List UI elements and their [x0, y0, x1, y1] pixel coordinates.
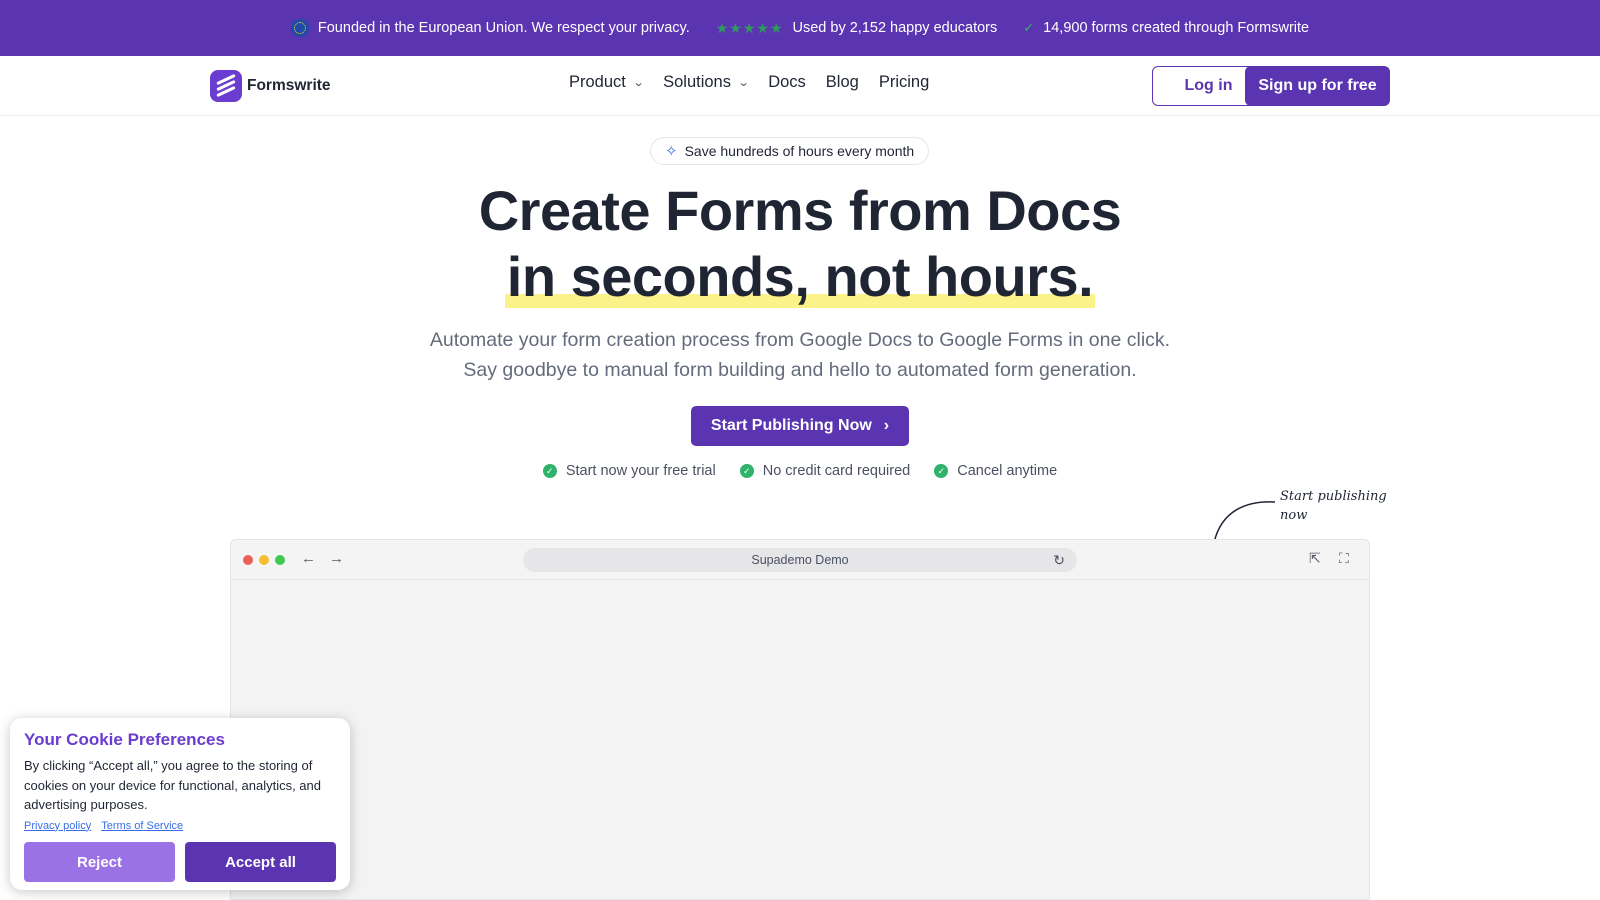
accept-all-cookies-button[interactable]: Accept all: [185, 842, 336, 882]
reject-cookies-button[interactable]: Reject: [24, 842, 175, 882]
demo-browser-frame: ← → Supademo Demo ↻ ⇱ ⛶: [230, 539, 1370, 900]
eu-flag-icon: [290, 19, 309, 37]
nav-item-product[interactable]: Product ⌄: [569, 73, 645, 92]
window-close-dot[interactable]: [243, 555, 253, 565]
main-nav: Formswrite Product ⌄ Solutions ⌄ Docs Bl…: [0, 56, 1600, 116]
reload-icon[interactable]: ↻: [1053, 552, 1065, 569]
terms-of-service-link[interactable]: Terms of Service: [101, 820, 183, 832]
hero-title-line1: Create Forms from Docs: [478, 179, 1122, 242]
forms-created-text: 14,900 forms created through Formswrite: [1043, 20, 1310, 36]
nav-item-docs[interactable]: Docs: [768, 73, 806, 92]
check-circle-icon: ✓: [934, 464, 949, 478]
fullscreen-icon[interactable]: ⛶: [1339, 550, 1349, 567]
eu-notice-text: Founded in the European Union. We respec…: [317, 20, 690, 36]
open-external-icon[interactable]: ⇱: [1309, 550, 1321, 567]
start-publishing-button[interactable]: Start Publishing Now ›: [691, 406, 909, 446]
nav-item-product-label: Product: [569, 73, 626, 91]
cookie-links: Privacy policy Terms of Service: [24, 820, 336, 832]
demo-url-bar[interactable]: Supademo Demo ↻: [523, 548, 1077, 572]
chevron-down-icon: ⌄: [737, 77, 750, 89]
annotation-line2: now: [1280, 508, 1308, 523]
privacy-policy-link[interactable]: Privacy policy: [24, 820, 91, 832]
demo-content-area[interactable]: [231, 580, 1369, 899]
announcement-bar: Founded in the European Union. We respec…: [0, 0, 1600, 56]
hero-subtitle-line1: Automate your form creation process from…: [429, 329, 1171, 351]
handwritten-annotation: Start publishing now: [1280, 487, 1390, 525]
window-minimize-dot[interactable]: [259, 555, 269, 565]
start-publishing-label: Start Publishing Now: [710, 417, 872, 434]
signup-button[interactable]: Sign up for free: [1245, 66, 1390, 106]
nav-links: Product ⌄ Solutions ⌄ Docs Blog Pricing: [569, 73, 929, 92]
hero-badge-text: Save hundreds of hours every month: [684, 143, 915, 159]
nav-item-solutions[interactable]: Solutions ⌄: [663, 73, 750, 92]
cookie-title: Your Cookie Preferences: [24, 730, 225, 749]
perk-label: Cancel anytime: [957, 463, 1058, 479]
cookie-body: By clicking “Accept all,” you agree to t…: [24, 758, 322, 812]
chevron-down-icon: ⌄: [632, 77, 645, 89]
cookie-buttons: Reject Accept all: [24, 842, 336, 882]
cookie-preferences-dialog: Your Cookie Preferences By clicking “Acc…: [10, 718, 350, 890]
chevron-right-icon: ›: [883, 417, 890, 434]
brand-name: Formswrite: [247, 77, 331, 94]
hero-perks: ✓ Start now your free trial ✓ No credit …: [0, 463, 1600, 479]
perk-item: ✓ Start now your free trial: [542, 463, 716, 479]
hero-title-highlight: in seconds, not hours.: [504, 245, 1096, 308]
hero-badge: ✧ Save hundreds of hours every month: [650, 137, 930, 165]
sparkle-icon: ✧: [665, 143, 678, 160]
forward-arrow-icon[interactable]: →: [329, 550, 344, 567]
educators-notice: ★★★★★ Used by 2,152 happy educators: [716, 20, 998, 37]
hero-subtitle-line2: Say goodbye to manual form building and …: [463, 359, 1137, 381]
perk-item: ✓ Cancel anytime: [934, 463, 1057, 479]
perk-label: Start now your free trial: [565, 463, 716, 479]
brand-logo[interactable]: Formswrite: [210, 70, 331, 102]
check-circle-icon: ✓: [739, 464, 754, 478]
demo-browser-toolbar: ← → Supademo Demo ↻ ⇱ ⛶: [231, 540, 1369, 580]
window-maximize-dot[interactable]: [275, 555, 285, 565]
hero-title-line2: in seconds, not hours.: [0, 244, 1600, 310]
educators-text: Used by 2,152 happy educators: [792, 20, 998, 36]
nav-item-pricing[interactable]: Pricing: [879, 73, 929, 92]
nav-item-solutions-label: Solutions: [663, 73, 731, 91]
back-arrow-icon[interactable]: ←: [301, 550, 316, 567]
eu-notice: Founded in the European Union. We respec…: [290, 19, 690, 37]
formswrite-logo-icon: [210, 70, 242, 102]
check-circle-icon: ✓: [542, 464, 557, 478]
demo-url-label: Supademo Demo: [751, 553, 849, 567]
annotation-line1: Start publishing: [1280, 489, 1387, 504]
perk-item: ✓ No credit card required: [739, 463, 911, 479]
nav-item-blog[interactable]: Blog: [826, 73, 859, 92]
perk-label: No credit card required: [762, 463, 911, 479]
rating-stars-icon: ★★★★★: [715, 19, 784, 36]
forms-notice: ✓ 14,900 forms created through Formswrit…: [1023, 20, 1309, 36]
check-icon: ✓: [1023, 20, 1035, 35]
